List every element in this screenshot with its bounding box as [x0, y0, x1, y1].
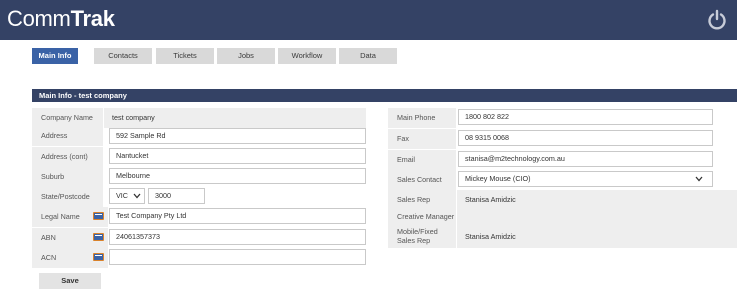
abn-lookup-icon[interactable]: [93, 233, 104, 241]
mobile-fixed-sales-rep-label: Mobile/Fixed Sales Rep: [388, 225, 456, 248]
sales-contact-label: Sales Contact: [388, 170, 456, 190]
acn-input[interactable]: [109, 249, 366, 265]
fax-label: Fax: [388, 129, 456, 149]
company-name-label: Company Name: [32, 108, 103, 128]
chevron-down-icon: [133, 193, 141, 199]
power-icon[interactable]: [706, 9, 728, 31]
address-cont-label: Address (cont): [32, 147, 103, 167]
logo-text-part2: Trak: [70, 6, 115, 31]
tab-data[interactable]: Data: [339, 48, 397, 64]
legal-name-input[interactable]: Test Company Pty Ltd: [109, 208, 366, 224]
address-input[interactable]: 592 Sample Rd: [109, 128, 366, 144]
email-label: Email: [388, 150, 456, 170]
tab-contacts[interactable]: Contacts: [94, 48, 152, 64]
sales-contact-select[interactable]: Mickey Mouse (CIO): [458, 171, 713, 187]
tab-workflow[interactable]: Workflow: [278, 48, 336, 64]
postcode-input[interactable]: 3000: [148, 188, 205, 204]
abn-lookup-icon[interactable]: [93, 212, 104, 220]
acn-lookup-icon[interactable]: [93, 253, 104, 261]
suburb-label: Suburb: [32, 167, 103, 187]
state-select-value: VIC: [116, 191, 128, 200]
chevron-down-icon: [695, 176, 703, 182]
creative-manager-label: Creative Manager: [388, 207, 456, 227]
tab-jobs[interactable]: Jobs: [217, 48, 275, 64]
email-input[interactable]: stanisa@m2technology.com.au: [458, 151, 713, 167]
mobile-fixed-sales-rep-value: Stanisa Amidzic: [457, 225, 737, 248]
save-button[interactable]: Save: [39, 273, 101, 289]
top-header-bar: CommTrak: [0, 0, 737, 40]
tab-tickets[interactable]: Tickets: [156, 48, 214, 64]
state-select[interactable]: VIC: [109, 188, 145, 204]
company-name-value: test company: [104, 108, 366, 128]
main-phone-label: Main Phone: [388, 108, 456, 128]
tab-main-info[interactable]: Main Info: [32, 48, 78, 64]
address-cont-input[interactable]: Nantucket: [109, 148, 366, 164]
state-postcode-label: State/Postcode: [32, 187, 103, 207]
sales-contact-value: Mickey Mouse (CIO): [465, 174, 531, 183]
logo-text-part1: Comm: [7, 6, 71, 31]
suburb-input[interactable]: Melbourne: [109, 168, 366, 184]
address-label: Address: [32, 126, 103, 146]
main-phone-input[interactable]: 1800 802 822: [458, 109, 713, 125]
fax-input[interactable]: 08 9315 0068: [458, 130, 713, 146]
panel-title: Main Info - test company: [32, 89, 737, 102]
commtrak-logo[interactable]: CommTrak: [7, 6, 115, 32]
creative-manager-value: [457, 207, 737, 227]
abn-input[interactable]: 24061357373: [109, 229, 366, 245]
